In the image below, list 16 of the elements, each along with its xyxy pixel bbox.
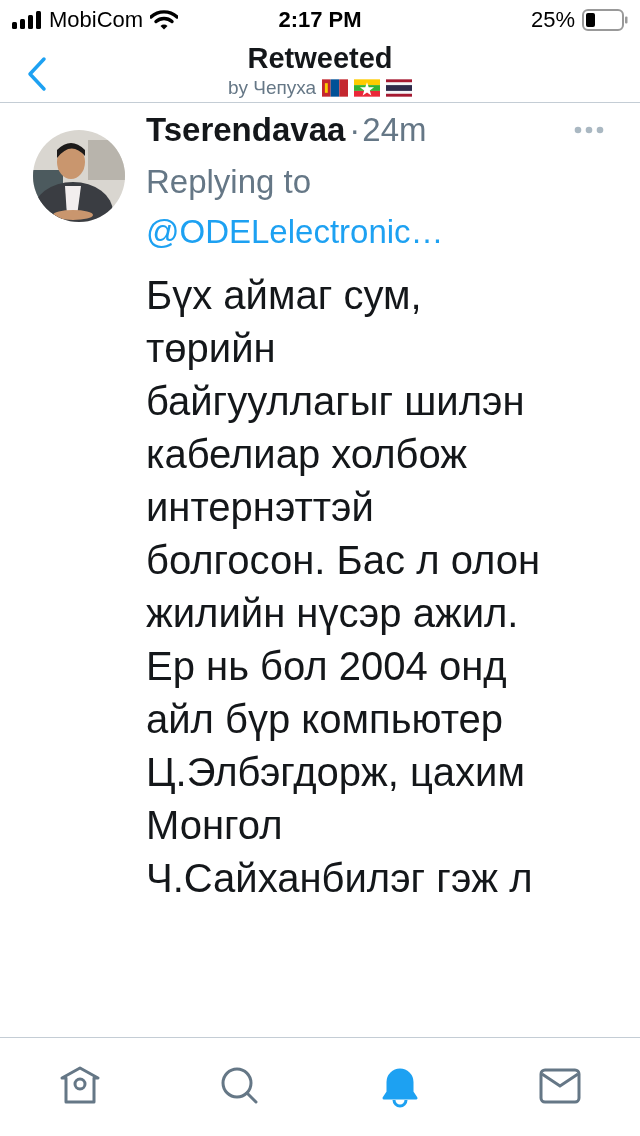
battery-icon (582, 9, 628, 31)
flag-icon (354, 79, 381, 97)
tweet-time: 24m (362, 111, 427, 149)
signal-icon (12, 11, 42, 29)
tweet-text: Бүх аймаг сум, төрийн байгууллагыг шилэн кабелиар холбож интернэттэй болгосон. Бас л олон жилийн нүсэр ажил. Ер нь бол 2004 онд айл бүр компьютер Ц.Элбэгдорж, цахим Монгол Ч.Сайханбилэг гэж л (146, 272, 541, 902)
clock-time: 2:17 PM (277, 7, 363, 33)
retweeted-by-text: by Чепуха (227, 76, 317, 100)
wifi-icon (150, 10, 179, 30)
author-name[interactable]: Tserendavaa (146, 111, 346, 149)
flag-icon (386, 79, 413, 97)
battery-percent: 25% (530, 7, 575, 33)
replying-label: Replying to (146, 162, 312, 202)
flag-icon (322, 79, 349, 97)
screen-title: Retweeted (247, 41, 393, 75)
separator-dot: · (349, 111, 361, 149)
carrier-name: MobiCom (49, 7, 144, 33)
